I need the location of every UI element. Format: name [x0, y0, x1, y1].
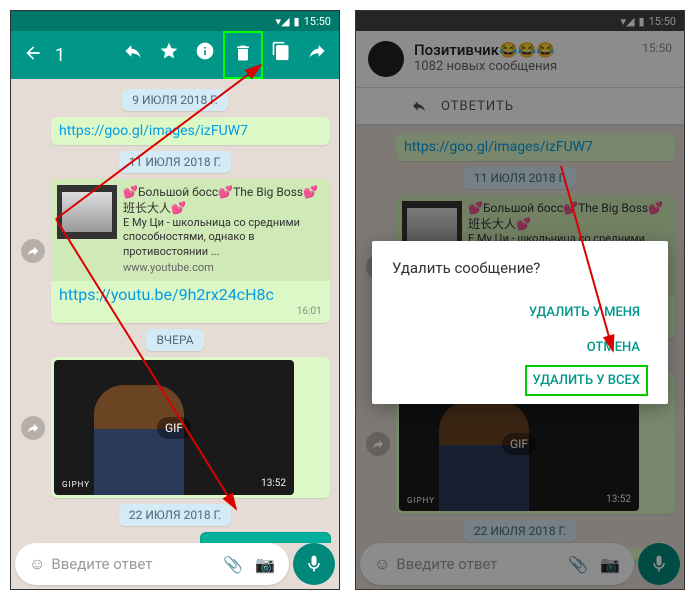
star-icon[interactable] — [151, 31, 187, 79]
mic-button[interactable] — [293, 543, 335, 585]
delete-dialog: Удалить сообщение? УДАЛИТЬ У МЕНЯ ОТМЕНА… — [372, 241, 668, 404]
back-icon[interactable] — [15, 35, 51, 75]
youtube-thumb — [57, 185, 117, 239]
copy-icon[interactable] — [263, 31, 299, 79]
forward-icon[interactable] — [299, 31, 335, 79]
youtube-title: 💕Большой босс💕The Big Boss💕班长大人💕 — [123, 185, 324, 216]
share-icon[interactable] — [21, 416, 45, 440]
status-bar: ▾◢ ▮ 15:50 — [11, 11, 339, 31]
youtube-desc: Е Му Ци - школьница со средними способно… — [123, 216, 324, 259]
gif-badge: GIF — [157, 417, 191, 439]
attach-icon[interactable]: 📎 — [217, 555, 249, 574]
delete-for-all-button[interactable]: УДАЛИТЬ У ВСЕХ — [525, 365, 648, 396]
message-input[interactable]: ☺ Введите ответ 📎 📷 — [15, 543, 289, 585]
gif-image[interactable]: GIF GIPHY 13:52 — [54, 360, 294, 495]
message-youtube[interactable]: 💕Большой босс💕The Big Boss💕班长大人💕 Е Му Ци… — [51, 179, 330, 323]
battery-icon: ▮ — [294, 15, 300, 28]
status-time: 15:50 — [304, 15, 331, 28]
date-chip: 22 ИЮЛЯ 2018 Г. — [119, 504, 231, 526]
youtube-site: www.youtube.com — [123, 261, 324, 275]
wifi-icon: ▾◢ — [276, 15, 290, 28]
delete-for-me-button[interactable]: УДАЛИТЬ У МЕНЯ — [392, 295, 648, 330]
link-text[interactable]: https://goo.gl/images/izFUW7 — [59, 123, 248, 139]
message-gif[interactable]: GIF GIPHY 13:52 — [51, 357, 330, 498]
dialog-title: Удалить сообщение? — [392, 259, 648, 277]
msg-time: 13:52 — [261, 478, 286, 489]
cancel-button[interactable]: ОТМЕНА — [392, 330, 648, 365]
message-selected[interactable]: привет 15:50 ✓✓ — [200, 532, 331, 543]
phone-left: ▾◢ ▮ 15:50 1 9 ИЮЛЯ 2018 Г. https://goo.… — [10, 10, 340, 590]
message[interactable]: https://goo.gl/images/izFUW7 — [51, 117, 330, 145]
input-placeholder: Введите ответ — [51, 555, 217, 573]
giphy-label: GIPHY — [62, 480, 90, 489]
input-bar: ☺ Введите ответ 📎 📷 — [15, 543, 335, 585]
reply-icon[interactable] — [115, 31, 151, 79]
date-chip: 11 ИЮЛЯ 2018 Г. — [119, 151, 231, 173]
share-icon[interactable] — [21, 239, 45, 263]
chat-area: 9 ИЮЛЯ 2018 Г. https://goo.gl/images/izF… — [11, 79, 339, 543]
action-icons — [115, 31, 335, 79]
msg-time: 16:01 — [59, 306, 322, 317]
camera-icon[interactable]: 📷 — [249, 555, 281, 574]
youtube-url[interactable]: https://youtu.be/9h2rx24cH8c — [59, 285, 274, 304]
info-icon[interactable] — [187, 31, 223, 79]
emoji-icon[interactable]: ☺ — [23, 554, 51, 574]
delete-icon[interactable] — [223, 31, 263, 79]
selection-count: 1 — [55, 45, 115, 66]
date-chip: ВЧЕРА — [146, 329, 203, 351]
selection-action-bar: 1 — [11, 31, 339, 79]
date-chip: 9 ИЮЛЯ 2018 Г. — [122, 89, 227, 111]
phone-right: ▾◢ ▮ 15:50 Позитивчик😂😂😂 1082 новых сооб… — [355, 10, 685, 590]
